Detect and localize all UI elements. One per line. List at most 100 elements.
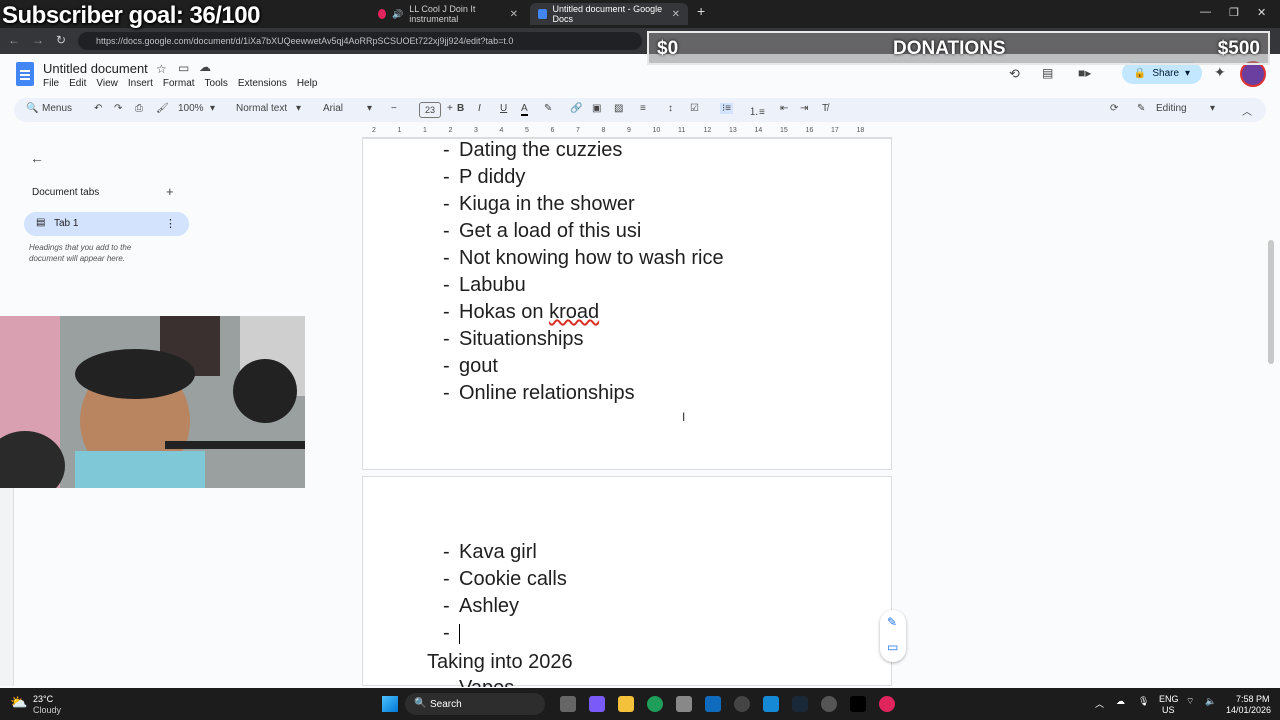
maximize-icon[interactable]: ❐	[1229, 6, 1239, 19]
font-select[interactable]: Arial	[323, 103, 343, 114]
windows-start-icon[interactable]	[382, 696, 398, 712]
horizontal-ruler[interactable]: 2 1 1 2 3 4 5 6 7 8 9 10 11 12 13 14 15 16 17 18	[362, 126, 892, 138]
paint-format-icon[interactable]: 🖌	[156, 103, 169, 114]
app-store-icon[interactable]	[763, 696, 779, 712]
menu-extensions[interactable]: Extensions	[238, 78, 287, 89]
app-icon[interactable]	[734, 696, 750, 712]
undo-icon[interactable]: ↶	[94, 103, 102, 114]
list-item[interactable]: - gout	[443, 355, 498, 378]
menu-tools[interactable]: Tools	[205, 78, 228, 89]
clear-format-icon[interactable]: T̸	[822, 103, 828, 114]
wifi-icon[interactable]: ⌔	[1186, 696, 1194, 707]
edge-icon[interactable]	[647, 696, 663, 712]
list-item[interactable]: - Kiuga in the shower	[443, 193, 635, 216]
reload-icon[interactable]: ↻	[56, 33, 66, 47]
search-icon[interactable]: 🔍	[26, 103, 38, 114]
menu-view[interactable]: View	[96, 78, 118, 89]
link-icon[interactable]: 🔗	[570, 103, 582, 114]
copilot-icon[interactable]	[589, 696, 605, 712]
list-item[interactable]: - Ashley	[443, 595, 519, 618]
list-item[interactable]: - Situationships	[443, 328, 584, 351]
task-view-icon[interactable]	[560, 696, 576, 712]
steam-icon[interactable]	[792, 696, 808, 712]
url-field[interactable]: https://docs.google.com/document/d/1iXa7…	[78, 32, 642, 50]
style-select[interactable]: Normal text	[236, 103, 287, 114]
back-arrow-icon[interactable]: ←	[30, 150, 44, 166]
browser-tab-docs[interactable]: Untitled document - Google Docs ✕	[530, 3, 688, 25]
outdent-icon[interactable]: ⇤	[780, 103, 788, 114]
image-icon[interactable]: ▨	[614, 103, 623, 114]
list-item[interactable]: - Dating the cuzzies	[443, 139, 622, 162]
list-item[interactable]: - Hokas on kroad	[443, 301, 599, 324]
zoom-select[interactable]: 100%	[178, 103, 204, 114]
menu-edit[interactable]: Edit	[69, 78, 86, 89]
list-item[interactable]: - Not knowing how to wash rice	[443, 247, 724, 270]
list-item[interactable]: - Kava girl	[443, 541, 537, 564]
menu-file[interactable]: File	[43, 78, 59, 89]
forward-icon[interactable]: →	[32, 33, 44, 47]
outlook-icon[interactable]	[705, 696, 721, 712]
list-item[interactable]: - Get a load of this usi	[443, 220, 641, 243]
comment-icon[interactable]: ▣	[592, 103, 601, 114]
menus-search[interactable]: Menus	[42, 103, 72, 114]
weather-temp[interactable]: 23°C	[33, 694, 53, 704]
scrollbar-thumb[interactable]	[1268, 240, 1274, 364]
share-button[interactable]: 🔒 Share ▾	[1122, 62, 1202, 84]
underline-icon[interactable]: U	[500, 103, 507, 114]
list-item[interactable]: -	[443, 622, 460, 645]
gemini-icon[interactable]: ✦	[1214, 64, 1226, 81]
menu-help[interactable]: Help	[297, 78, 318, 89]
weather-desc[interactable]: Cloudy	[33, 705, 61, 715]
file-explorer-icon[interactable]	[618, 696, 634, 712]
spellcheck-word[interactable]: kroad	[549, 301, 599, 323]
region-label[interactable]: US	[1162, 705, 1175, 715]
print-icon[interactable]: ⎙	[135, 103, 143, 114]
folder-icon[interactable]: ▭	[178, 61, 189, 75]
language-label[interactable]: ENG	[1159, 694, 1179, 704]
network-icon[interactable]: ☁	[1116, 696, 1125, 707]
align-icon[interactable]: ≡	[640, 103, 646, 114]
text-color-icon[interactable]: A	[521, 103, 528, 116]
tab-1[interactable]: ▤ Tab 1 ⋮	[24, 212, 189, 236]
bullet-list-icon[interactable]: ⁝≡	[720, 103, 734, 114]
star-icon[interactable]: ☆	[156, 62, 167, 76]
store-icon[interactable]	[676, 696, 692, 712]
minimize-icon[interactable]: —	[1200, 6, 1211, 18]
list-item[interactable]: - Labubu	[443, 274, 526, 297]
add-tab-icon[interactable]: +	[166, 184, 174, 199]
chevron-up-icon[interactable]: ︿	[1095, 697, 1104, 710]
highlight-icon[interactable]: ✎	[544, 103, 552, 114]
history-icon[interactable]: ⟲	[1009, 66, 1020, 82]
more-options-icon[interactable]: ⋮	[165, 217, 176, 230]
mode-select[interactable]: Editing	[1156, 103, 1187, 114]
microphone-icon[interactable]: 🎙	[1138, 696, 1149, 707]
tiktok-icon[interactable]	[850, 696, 866, 712]
menu-format[interactable]: Format	[163, 78, 195, 89]
back-icon[interactable]: ←	[8, 33, 20, 47]
browser-tab-music[interactable]: 🔊 LL Cool J Doin It instrumental ✕	[370, 3, 526, 25]
new-tab-icon[interactable]: +	[697, 3, 705, 19]
comments-icon[interactable]: ▤	[1042, 66, 1053, 80]
clock-date[interactable]: 14/01/2026	[1226, 705, 1271, 715]
indent-icon[interactable]: ⇥	[800, 103, 808, 114]
document-title[interactable]: Untitled document	[43, 61, 148, 76]
close-tab-icon[interactable]: ✕	[510, 9, 518, 20]
chevron-up-icon[interactable]: ︿	[1242, 103, 1252, 118]
checklist-icon[interactable]: ☑	[690, 103, 699, 114]
list-item[interactable]: - Cookie calls	[443, 568, 567, 591]
italic-icon[interactable]: I	[478, 103, 481, 114]
font-size-input[interactable]: 23	[419, 102, 441, 118]
line-spacing-icon[interactable]: ↕	[668, 103, 673, 114]
close-tab-icon[interactable]: ✕	[672, 9, 680, 20]
document-page-1[interactable]: - Dating the cuzzies - P diddy - Kiuga in the…	[362, 138, 892, 470]
meet-icon[interactable]: ■▸	[1078, 66, 1091, 80]
volume-icon[interactable]: 🔈	[1205, 696, 1216, 707]
document-page-2[interactable]: - Kava girl - Cookie calls - Ashley - Taking i…	[362, 476, 892, 687]
music-app-icon[interactable]	[879, 696, 895, 712]
increase-font-icon[interactable]: +	[447, 103, 453, 114]
clock-time[interactable]: 7:58 PM	[1236, 694, 1270, 704]
list-item[interactable]: - Online relationships	[443, 382, 635, 405]
list-item[interactable]: -P diddy	[443, 166, 525, 189]
redo-icon[interactable]: ↷	[114, 103, 122, 114]
docs-logo-icon[interactable]	[16, 62, 34, 86]
